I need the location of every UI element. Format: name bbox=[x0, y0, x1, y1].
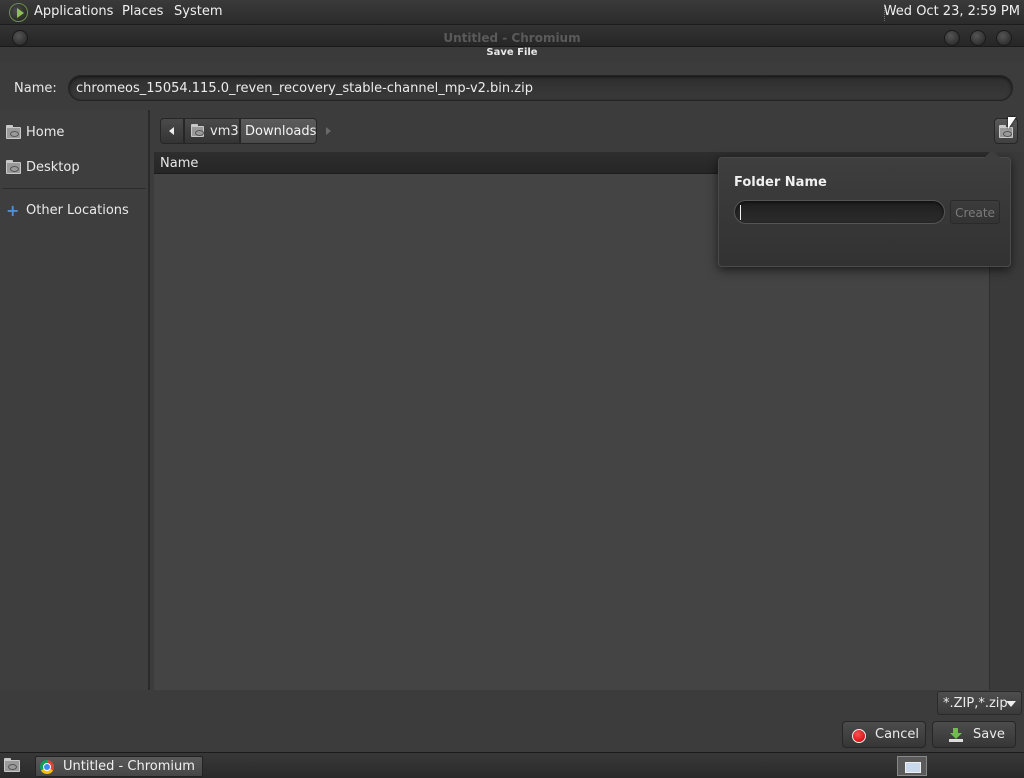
name-label: Name: bbox=[14, 81, 57, 96]
sidebar-item-label: Other Locations bbox=[26, 203, 129, 218]
dialog-footer: *.ZIP,*.zip Cancel Save bbox=[0, 690, 1024, 752]
chevron-down-icon bbox=[1006, 701, 1016, 707]
sidebar-item-label: Home bbox=[26, 125, 65, 140]
name-row: Name: chromeos_15054.115.0_reven_recover… bbox=[0, 62, 1024, 110]
path-forward-button[interactable] bbox=[320, 118, 338, 144]
folder-name-label: Folder Name bbox=[734, 175, 827, 190]
folder-home-icon bbox=[6, 125, 21, 139]
file-type-filter[interactable]: *.ZIP,*.zip bbox=[937, 691, 1022, 715]
folder-home-icon bbox=[191, 124, 204, 137]
sidebar-item-desktop[interactable]: Desktop bbox=[5, 158, 145, 180]
maximize-icon[interactable] bbox=[970, 30, 986, 46]
sidebar-item-home[interactable]: Home bbox=[5, 123, 145, 145]
close-icon[interactable] bbox=[996, 30, 1012, 46]
path-segment-downloads[interactable]: Downloads bbox=[240, 118, 317, 144]
cancel-button-label: Cancel bbox=[875, 727, 920, 742]
cancel-icon bbox=[852, 729, 866, 743]
sidebar-separator bbox=[2, 188, 146, 189]
text-caret bbox=[740, 205, 741, 220]
minimize-icon[interactable] bbox=[944, 30, 960, 46]
window-title: Untitled - Chromium bbox=[443, 31, 581, 45]
plus-icon: + bbox=[6, 201, 20, 220]
window-titlebar[interactable]: Untitled - Chromium bbox=[0, 25, 1024, 47]
dialog-header: Save File bbox=[0, 47, 1024, 62]
filename-input[interactable]: chromeos_15054.115.0_reven_recovery_stab… bbox=[68, 75, 1013, 101]
applications-menu[interactable]: Applications bbox=[34, 4, 113, 19]
system-menu[interactable]: System bbox=[174, 4, 222, 19]
show-desktop-icon[interactable] bbox=[4, 758, 20, 772]
sidebar-item-other-locations[interactable]: + Other Locations bbox=[5, 201, 145, 223]
distro-logo-icon[interactable] bbox=[9, 3, 28, 22]
dialog-title: Save File bbox=[486, 47, 538, 58]
taskbar-item-label: Untitled - Chromium bbox=[63, 759, 195, 774]
save-button[interactable]: Save bbox=[932, 721, 1016, 748]
taskbar: Untitled - Chromium bbox=[0, 752, 1024, 778]
path-back-button[interactable] bbox=[160, 118, 184, 144]
folder-desktop-icon bbox=[6, 160, 21, 174]
new-folder-popover: Folder Name Create bbox=[718, 150, 1011, 267]
cancel-button[interactable]: Cancel bbox=[842, 721, 926, 748]
save-button-label: Save bbox=[973, 727, 1005, 742]
path-bar: vm3 Downloads bbox=[154, 110, 1024, 152]
path-segment-label: vm3 bbox=[210, 124, 239, 139]
mouse-cursor-icon bbox=[1008, 117, 1016, 129]
places-menu[interactable]: Places bbox=[122, 4, 163, 19]
save-download-icon bbox=[949, 728, 963, 742]
path-segment-vm3[interactable]: vm3 bbox=[184, 118, 240, 144]
clock[interactable]: Wed Oct 23, 2:59 PM bbox=[884, 4, 1020, 19]
workspace-switcher[interactable] bbox=[897, 756, 927, 776]
taskbar-item-chromium[interactable]: Untitled - Chromium bbox=[35, 756, 203, 777]
column-header-name[interactable]: Name bbox=[160, 156, 198, 171]
folder-name-input[interactable] bbox=[734, 200, 945, 224]
top-panel: Applications Places System Wed Oct 23, 2… bbox=[0, 0, 1024, 25]
places-sidebar: Home Desktop + Other Locations bbox=[0, 110, 150, 690]
sidebar-item-label: Desktop bbox=[26, 160, 80, 175]
create-button[interactable]: Create bbox=[950, 200, 1000, 224]
chromium-icon bbox=[40, 760, 54, 774]
file-type-filter-value: *.ZIP,*.zip bbox=[943, 696, 1008, 711]
